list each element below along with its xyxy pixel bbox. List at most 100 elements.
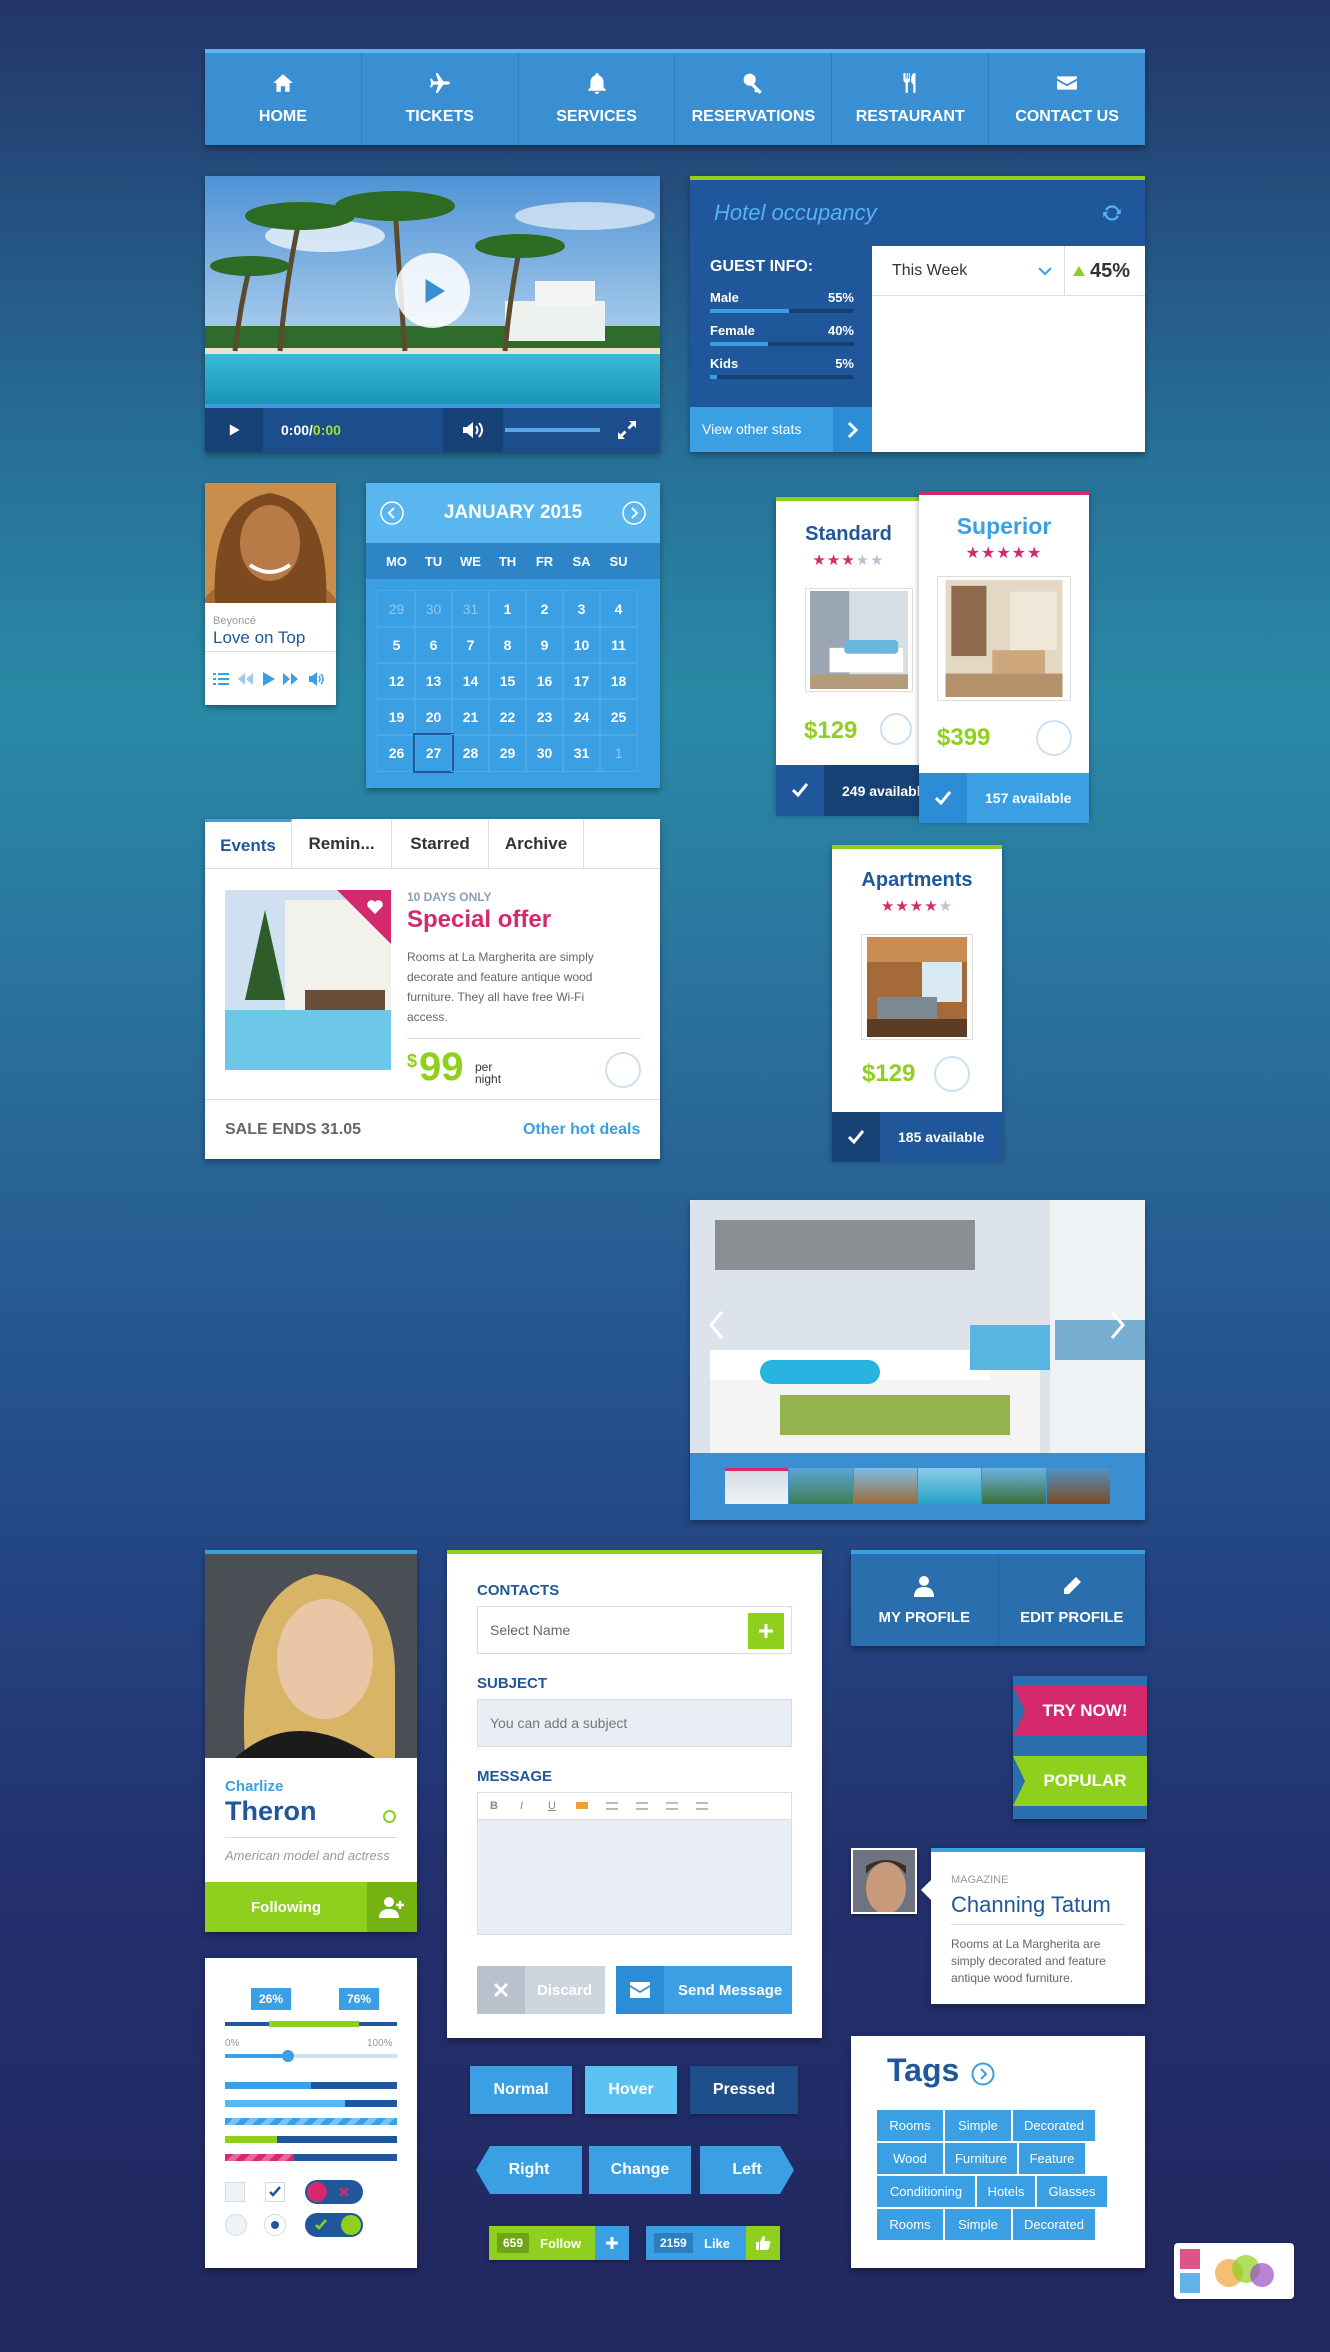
- calendar-date[interactable]: 15: [488, 662, 527, 700]
- single-slider-handle[interactable]: [282, 2050, 294, 2062]
- normal-button[interactable]: Normal: [470, 2066, 572, 2114]
- calendar-date[interactable]: 13: [414, 662, 453, 700]
- follow-button[interactable]: 659 Follow: [489, 2226, 629, 2260]
- calendar-date[interactable]: 12: [377, 662, 416, 700]
- align-center-icon[interactable]: [636, 1802, 648, 1810]
- chevron-right-icon[interactable]: [622, 501, 646, 525]
- other-deals-link[interactable]: Other hot deals: [523, 1121, 640, 1139]
- calendar-date[interactable]: 31: [562, 734, 601, 772]
- refresh-icon[interactable]: [1101, 202, 1123, 224]
- fullscreen-button[interactable]: [615, 418, 639, 442]
- chevron-left-icon[interactable]: [708, 1310, 724, 1340]
- calendar-date[interactable]: 16: [525, 662, 564, 700]
- events-tab[interactable]: Remin...: [292, 819, 392, 869]
- highlight-icon[interactable]: [576, 1802, 588, 1809]
- calendar-date[interactable]: 27: [413, 733, 454, 773]
- gallery-thumb[interactable]: [725, 1468, 789, 1504]
- play-overlay-button[interactable]: [395, 253, 470, 328]
- play-icon[interactable]: [261, 672, 275, 686]
- calendar-date[interactable]: 2: [525, 590, 564, 628]
- calendar-date[interactable]: 1: [488, 590, 527, 628]
- tag-item[interactable]: Conditioning: [877, 2176, 975, 2207]
- calendar-date[interactable]: 3: [562, 590, 601, 628]
- edit-profile-button[interactable]: EDIT PROFILE: [999, 1554, 1146, 1646]
- tag-item[interactable]: Hotels: [977, 2176, 1035, 2207]
- hover-button[interactable]: Hover: [585, 2066, 677, 2114]
- gallery-thumb[interactable]: [917, 1468, 982, 1504]
- tag-item[interactable]: Rooms: [877, 2209, 943, 2240]
- events-tab[interactable]: Events: [205, 819, 292, 869]
- calendar-date[interactable]: 4: [599, 590, 638, 628]
- calendar-date[interactable]: 24: [562, 698, 601, 736]
- volume-button[interactable]: [443, 408, 503, 452]
- subject-input[interactable]: [477, 1699, 792, 1747]
- calendar-date[interactable]: 29: [488, 734, 527, 772]
- align-left-icon[interactable]: [606, 1802, 618, 1810]
- tag-item[interactable]: Simple: [945, 2110, 1011, 2141]
- nav-tickets[interactable]: TICKETS: [362, 53, 519, 145]
- like-button[interactable]: 2159 Like: [646, 2226, 780, 2260]
- radio-unchecked[interactable]: [225, 2214, 247, 2236]
- bold-icon[interactable]: B: [490, 1800, 498, 1812]
- send-message-button[interactable]: Send Message: [616, 1966, 792, 2014]
- align-right-icon[interactable]: [666, 1802, 678, 1810]
- calendar-date[interactable]: 5: [377, 626, 416, 664]
- tag-item[interactable]: Furniture: [945, 2143, 1017, 2174]
- calendar-date[interactable]: 7: [451, 626, 490, 664]
- gallery-thumb[interactable]: [1046, 1468, 1110, 1504]
- checkbox-unchecked[interactable]: [225, 2182, 245, 2202]
- my-profile-button[interactable]: MY PROFILE: [851, 1554, 999, 1646]
- gallery-thumb[interactable]: [789, 1468, 853, 1504]
- fast-forward-icon[interactable]: [283, 672, 299, 686]
- nav-home[interactable]: HOME: [205, 53, 362, 145]
- underline-icon[interactable]: U: [548, 1800, 556, 1812]
- calendar-date[interactable]: 30: [525, 734, 564, 772]
- nav-restaurant[interactable]: RESTAURANT: [832, 53, 990, 145]
- tag-item[interactable]: Rooms: [877, 2110, 943, 2141]
- calendar-date[interactable]: 17: [562, 662, 601, 700]
- calendar-date[interactable]: 31: [451, 590, 490, 628]
- rewind-icon[interactable]: [237, 672, 253, 686]
- checkbox-checked[interactable]: [265, 2182, 285, 2202]
- tag-item[interactable]: Wood: [877, 2143, 943, 2174]
- radio-checked[interactable]: [264, 2214, 286, 2236]
- playlist-icon[interactable]: [213, 672, 229, 686]
- calendar-date[interactable]: 30: [414, 590, 453, 628]
- calendar-date[interactable]: 23: [525, 698, 564, 736]
- toggle-off[interactable]: [305, 2180, 363, 2204]
- select-name-input[interactable]: Select Name: [477, 1606, 792, 1654]
- calendar-date[interactable]: 18: [599, 662, 638, 700]
- justify-icon[interactable]: [696, 1802, 708, 1810]
- gallery-thumb[interactable]: [853, 1468, 917, 1504]
- calendar-date[interactable]: 11: [599, 626, 638, 664]
- room-availability[interactable]: 157 available: [919, 773, 1089, 823]
- tag-item[interactable]: Feature: [1019, 2143, 1085, 2174]
- add-contact-button[interactable]: [748, 1613, 784, 1649]
- view-stats-button[interactable]: View other stats: [690, 407, 872, 452]
- heart-icon[interactable]: [367, 900, 383, 914]
- tag-item[interactable]: Glasses: [1037, 2176, 1107, 2207]
- discard-button[interactable]: Discard: [477, 1966, 605, 2014]
- tag-item[interactable]: Simple: [945, 2209, 1011, 2240]
- calendar-date[interactable]: 22: [488, 698, 527, 736]
- calendar-date[interactable]: 14: [451, 662, 490, 700]
- room-availability[interactable]: 185 available: [832, 1112, 1002, 1162]
- calendar-date[interactable]: 29: [377, 590, 416, 628]
- events-tab[interactable]: Archive: [489, 819, 584, 869]
- calendar-date[interactable]: 8: [488, 626, 527, 664]
- volume-slider[interactable]: [505, 428, 600, 432]
- calendar-date[interactable]: 25: [599, 698, 638, 736]
- try-now-button[interactable]: TRY NOW!: [1013, 1686, 1147, 1736]
- following-button[interactable]: Following: [205, 1882, 417, 1932]
- calendar-date[interactable]: 1: [599, 734, 638, 772]
- volume-icon[interactable]: [309, 672, 325, 686]
- italic-icon[interactable]: I: [520, 1800, 523, 1812]
- tag-item[interactable]: Decorated: [1013, 2110, 1095, 2141]
- nav-services[interactable]: SERVICES: [519, 53, 676, 145]
- calendar-date[interactable]: 10: [562, 626, 601, 664]
- calendar-date[interactable]: 9: [525, 626, 564, 664]
- calendar-date[interactable]: 6: [414, 626, 453, 664]
- chevron-right-icon[interactable]: [1110, 1310, 1126, 1340]
- play-button[interactable]: [205, 408, 263, 452]
- calendar-date[interactable]: 19: [377, 698, 416, 736]
